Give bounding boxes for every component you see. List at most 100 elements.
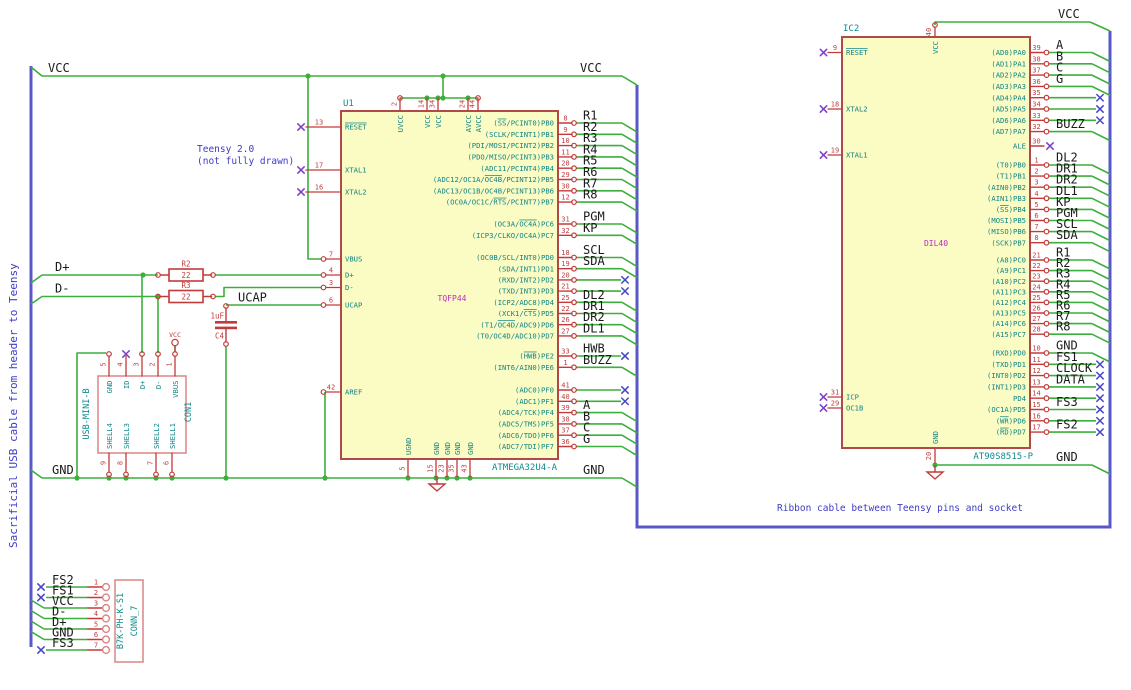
net-label-sda[interactable]: SDA [583,254,605,268]
pin-number: 21 [1032,252,1040,260]
ic2-reference[interactable]: IC2 [843,24,859,34]
pin-number: 2 [94,589,98,597]
pin-name: (ADC13/OC1B/OC4B/PCINT13)PB6 [433,186,554,195]
pin-number: 42 [327,384,335,392]
pin-name: (INT6/AIN0)PE6 [493,363,554,372]
note-ribbon-cable: Ribbon cable between Teensy pins and soc… [777,503,1023,514]
pin-number: 44 [469,100,477,108]
pin-name: SHELL4 [105,423,114,449]
net-label-buzz[interactable]: BUZZ [583,353,612,367]
pin-number: 31 [831,389,839,397]
net-label-vcc-mid[interactable]: VCC [580,61,602,75]
ic2-value[interactable]: AT90S8515-P [973,452,1033,462]
pin-name: VCC [434,115,443,128]
c4-plate[interactable] [215,321,237,324]
pin-name: (T0)PB0 [996,161,1026,170]
pin-name: (AD5)PA5 [991,105,1026,114]
pin-number: 3 [133,362,141,366]
net-label-data[interactable]: DATA [1056,372,1086,386]
r3-component-value[interactable]: 22 [181,293,190,302]
r3-component-reference[interactable]: R3 [181,281,190,290]
pin-number: 8 [117,461,125,465]
net-label-d-minus[interactable]: D- [55,282,69,296]
conn7-value[interactable]: B7K-PH-K-S1 [116,593,126,649]
pin-number: 30 [561,182,569,190]
pin-number: 14 [418,100,426,108]
c4-value[interactable]: 1uF [210,312,224,321]
net-label-gnd-left[interactable]: GND [52,463,74,477]
pin-number: 35 [1032,89,1040,97]
net-label-gnd-mid[interactable]: GND [583,463,605,477]
pin-number: 7 [1034,223,1038,231]
pin-number: 4 [117,362,125,366]
pin-number: 31 [561,216,569,224]
u1-value[interactable]: ATMEGA32U4-A [492,463,558,473]
net-label-sda[interactable]: SDA [1056,228,1078,242]
pin-number: 8 [563,115,567,123]
r2-component-reference[interactable]: R2 [181,260,190,269]
pin-number: 37 [1032,67,1040,75]
pin-name: (ADC4/TCK)PF4 [498,408,554,417]
junction-dot [223,475,229,481]
pin-number: 1 [563,359,567,367]
pin-number: 28 [561,160,569,168]
pin-number: 30 [1032,138,1040,146]
pin-number: 29 [561,171,569,179]
pin-name: (T1)PB1 [996,172,1026,181]
pin-name: (ADC11/PCINT4)PB4 [480,164,554,173]
schematic-canvas[interactable]: VCC VCCGND GNDD+D-UCAPVCCGNDR1R2R3R4R5R6R7… [0,0,1131,690]
net-label-d-plus[interactable]: D+ [55,260,69,274]
pin-number: 35 [448,464,456,472]
net-label-r8[interactable]: R8 [1056,320,1070,334]
pin-name: VBUS [171,381,180,398]
net-label-g[interactable]: G [1056,72,1063,86]
pin-number: 7 [94,642,98,650]
junction-dot [440,95,446,101]
pin-number: 7 [147,461,155,465]
con1-reference[interactable]: CON1 [184,402,194,422]
c4-reference[interactable]: C4 [215,332,225,341]
net-label-buzz[interactable]: BUZZ [1056,117,1085,131]
pin-number: 1 [166,362,174,366]
pin-number: 15 [427,464,435,472]
net-label-fs3[interactable]: FS3 [52,636,74,650]
pin-number: 11 [561,148,569,156]
net-label-gnd-right[interactable]: GND [1056,450,1078,464]
pin-name: ICP [846,393,859,402]
pin-name: (OC0B/SCL/INT0)PD0 [476,253,554,262]
pin-name: D- [345,283,354,292]
pin-number: 32 [1032,123,1040,131]
net-label-fs3[interactable]: FS3 [1056,395,1078,409]
net-label-fs2[interactable]: FS2 [1056,418,1078,432]
pin-name: (RXD/INT2)PD2 [498,276,554,285]
u1-reference[interactable]: U1 [343,99,354,109]
pin-name: AVCC [474,115,483,132]
conn7-reference[interactable]: CONN_7 [130,606,140,637]
pin-number: 6 [94,631,98,639]
net-label-kp[interactable]: KP [583,221,597,235]
pin-number: 8 [1034,234,1038,242]
pin-number: 5 [399,466,407,470]
pin-name: (SDA/INT1)PD1 [498,264,554,273]
pin-name: ALE [1013,142,1026,151]
c4-plate[interactable] [215,326,237,330]
net-label-g[interactable]: G [583,432,590,446]
net-label-ucap[interactable]: UCAP [238,291,267,305]
net-label-r8[interactable]: R8 [583,188,597,202]
net-label-vcc-left[interactable]: VCC [48,61,70,75]
net-label-dl1[interactable]: DL1 [583,321,605,335]
pin-name: UGND [404,438,413,455]
pin-name: (SS)PB4 [996,205,1026,214]
pin-number: 19 [561,260,569,268]
pin-number: 6 [329,297,333,305]
pin-name: AVCC [464,115,473,132]
pin-name: (ADC12/OC1A/OC4B/PCINT12)PB5 [433,175,554,184]
r2-component-value[interactable]: 22 [181,271,190,280]
pin-name: (OC3A/OC4A)PC6 [493,220,554,229]
net-label-vcc-right[interactable]: VCC [1058,7,1080,21]
pin-number: 17 [1032,424,1040,432]
pin-name: (ADC7/TDI)PF7 [498,442,554,451]
pin-name: (TXD)PD1 [991,360,1026,369]
con1-value[interactable]: USB-MINI-B [82,388,92,439]
pin-name: (INT0)PD2 [987,371,1026,380]
